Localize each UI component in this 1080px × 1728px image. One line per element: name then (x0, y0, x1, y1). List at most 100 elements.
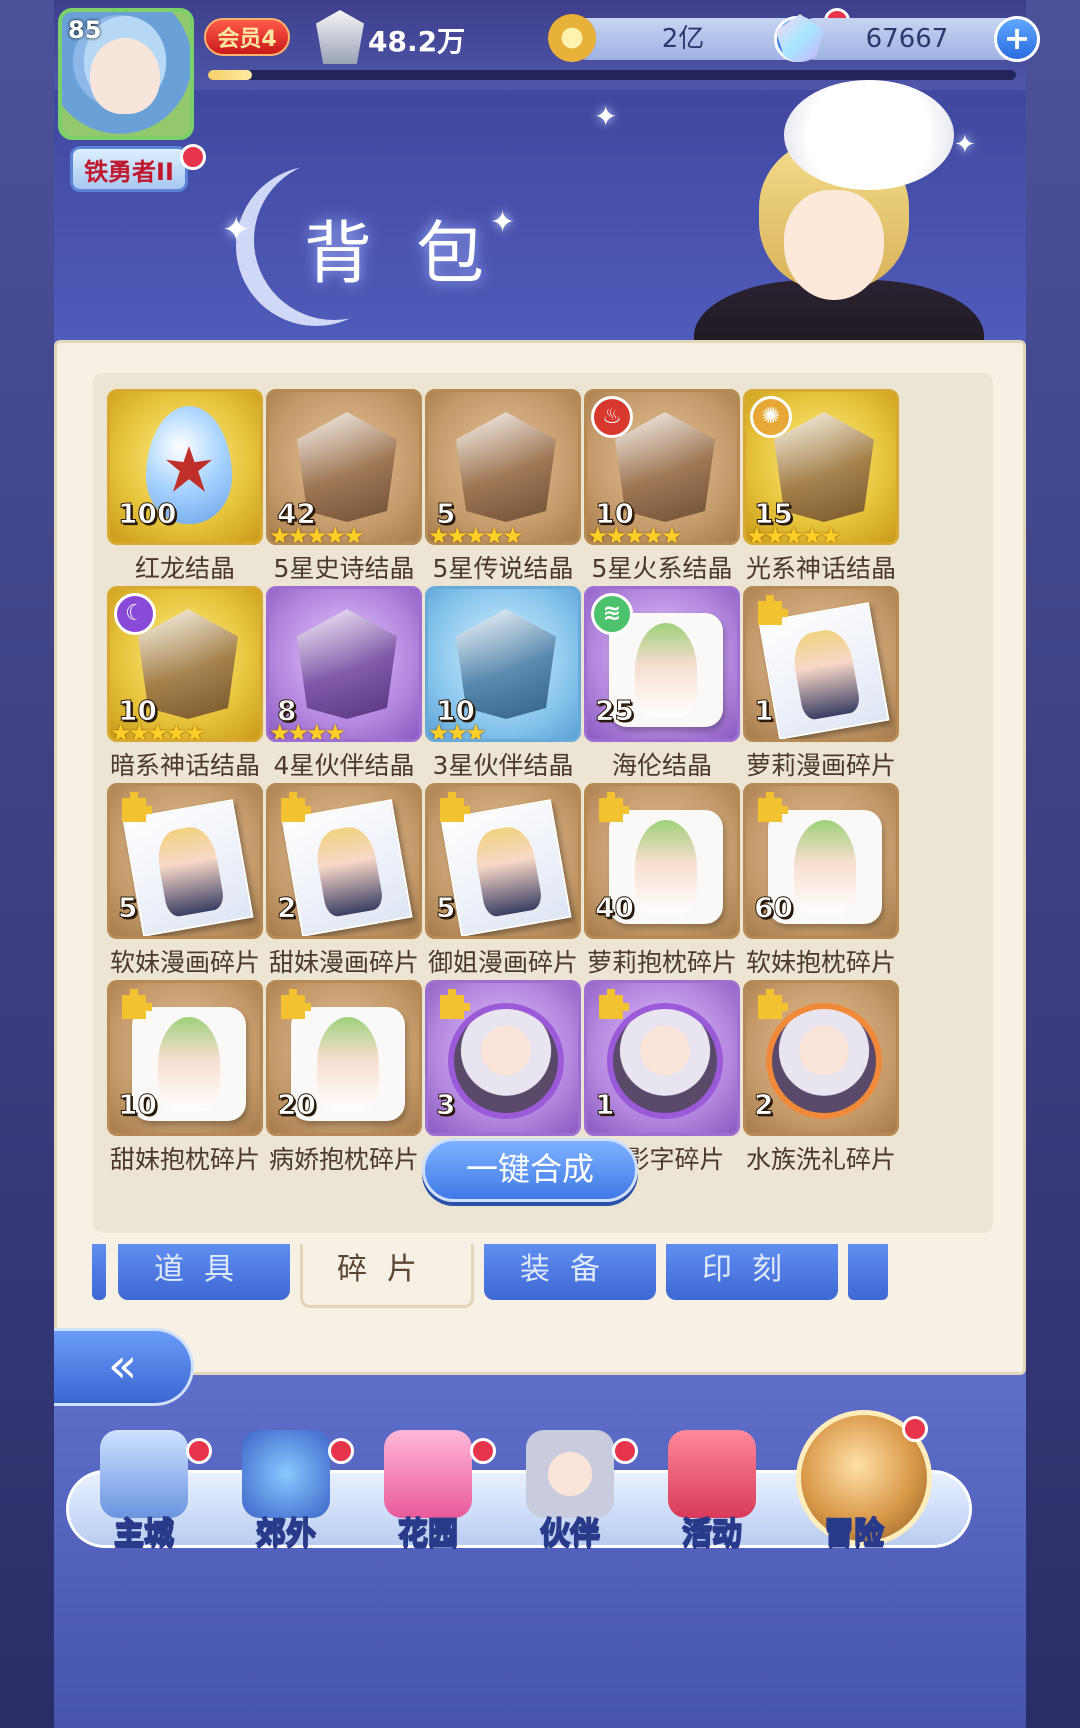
combine-all-button[interactable]: 一键合成 (422, 1138, 638, 1202)
item-name: 御姐漫画碎片 (427, 948, 578, 977)
star-rating: ★★★★★ (110, 719, 206, 742)
nav-label: 主城 (113, 1515, 175, 1552)
add-gem-button[interactable]: + (994, 16, 1040, 62)
exp-bar-fill (208, 70, 253, 80)
rank-badge[interactable]: 铁勇者II (70, 146, 188, 192)
star-rating: ★★★★★ (269, 522, 365, 545)
gem-value: 67667 (865, 24, 949, 54)
notification-dot (186, 1438, 212, 1464)
portal-icon (242, 1430, 330, 1518)
item-tile: 42 ★★★★★ (266, 389, 422, 545)
item-name: 5星传说结晶 (432, 554, 574, 583)
inventory-screen: ✦ ✦ ✦ ✦ 背包 85 铁勇者II 会员4 48.2万 2亿 + 67667… (54, 0, 1040, 1728)
gem-art (456, 412, 556, 522)
notification-dot (328, 1438, 354, 1464)
star-rating: ★★★★★ (746, 522, 842, 545)
star-rating: ★★★★★ (428, 522, 524, 545)
tab-stub (92, 1244, 106, 1300)
item-count: 100 (117, 497, 177, 531)
portrait-art (766, 1003, 882, 1119)
nav-label: 花园 (397, 1515, 459, 1552)
tab-fragments[interactable]: 碎片 (300, 1244, 474, 1308)
castle-icon (100, 1430, 188, 1518)
item-tile: 5 (425, 783, 581, 939)
heart-icon (384, 1430, 472, 1518)
item-tile: 100 (107, 389, 263, 545)
item-count: 3 (435, 1088, 456, 1122)
item-tile: 60 (743, 783, 899, 939)
notification-dot (470, 1438, 496, 1464)
nav-item[interactable]: 伙伴 (500, 1430, 640, 1552)
gem-counter: 67667 + (776, 14, 1040, 62)
item-grid[interactable]: 100 红龙结晶 42 ★★★★★ 5星史诗结晶 5 ★★★★★ 5星传说结晶 ♨ 10 ★★★★★… (93, 373, 993, 1233)
item-name: 甜妹抱枕碎片 (109, 1145, 260, 1174)
gift-icon (668, 1430, 756, 1518)
item-count: 2 (276, 891, 297, 925)
item-tile: 20 (266, 980, 422, 1136)
left-backdrop (0, 0, 54, 1728)
item-name: 暗系神话结晶 (109, 751, 260, 780)
sparkle-icon: ✦ (594, 100, 618, 133)
item-tile: 40 (584, 783, 740, 939)
item-count: 5 (435, 891, 456, 925)
item-tile: 3 (425, 980, 581, 1136)
right-backdrop (1026, 0, 1080, 1728)
portrait-art (607, 1003, 723, 1119)
notification-dot (612, 1438, 638, 1464)
item-name: 5星史诗结晶 (273, 554, 415, 583)
game-screen: ✦ ✦ ✦ ✦ 背包 85 铁勇者II 会员4 48.2万 2亿 + 67667… (0, 0, 1080, 1728)
star-rating: ★★★ (428, 719, 487, 742)
nav-item[interactable]: 郊外 (216, 1430, 356, 1552)
back-button[interactable]: « (54, 1328, 194, 1406)
item-tile: 5 ★★★★★ (425, 389, 581, 545)
gold-counter: 2亿 + (548, 14, 820, 62)
tab-equipment[interactable]: 装备 (484, 1244, 656, 1300)
page-title: 背包 (304, 215, 529, 294)
nav-item[interactable]: 主城 (74, 1430, 214, 1552)
fire-element-icon: ♨ (591, 396, 633, 438)
exp-bar (208, 70, 1016, 80)
item-name: 萝莉漫画碎片 (745, 751, 896, 780)
inventory-panel: 100 红龙结晶 42 ★★★★★ 5星史诗结晶 5 ★★★★★ 5星传说结晶 ♨ 10 ★★★★★… (54, 340, 1026, 1375)
item-tile: 1 (743, 586, 899, 742)
item-tile: ✺ 15 ★★★★★ (743, 389, 899, 545)
star-rating: ★★★★ (269, 719, 346, 742)
item-name: 萝莉抱枕碎片 (586, 948, 737, 977)
tab-imprints[interactable]: 印刻 (666, 1244, 838, 1300)
item-name: 水族洗礼碎片 (745, 1145, 896, 1174)
item-tile: 10 (107, 980, 263, 1136)
power-value: 48.2万 (368, 25, 466, 58)
notification-dot (180, 144, 206, 170)
item-name: 5星火系结晶 (591, 554, 733, 583)
item-name: 病娇抱枕碎片 (268, 1145, 419, 1174)
nav-item[interactable]: 活动 (642, 1430, 782, 1552)
item-count: 2 (753, 1088, 774, 1122)
tab-items[interactable]: 道具 (118, 1244, 290, 1300)
item-tile: ♨ 10 ★★★★★ (584, 389, 740, 545)
light-element-icon: ✺ (750, 396, 792, 438)
item-count: 25 (595, 694, 635, 728)
maid-character-art (634, 80, 1026, 420)
partner-icon (526, 1430, 614, 1518)
sparkle-icon: ✦ (222, 210, 251, 250)
nav-item[interactable]: 冒险 (784, 1416, 928, 1552)
item-name: 海伦结晶 (611, 751, 712, 780)
item-count: 5 (117, 891, 138, 925)
item-name: 甜妹漫画碎片 (268, 948, 419, 977)
item-count: 1 (594, 1088, 615, 1122)
item-tile: ☾ 10 ★★★★★ (107, 586, 263, 742)
player-level: 85 (68, 16, 102, 44)
item-tile: 10 ★★★ (425, 586, 581, 742)
item-count: 20 (277, 1088, 317, 1122)
nav-label: 伙伴 (539, 1515, 601, 1552)
nav-label: 郊外 (255, 1515, 317, 1552)
tab-stub (848, 1244, 888, 1300)
star-rating: ★★★★★ (587, 522, 683, 545)
item-name: 4星伙伴结晶 (273, 751, 415, 780)
item-tile: 5 (107, 783, 263, 939)
item-tile: 1 (584, 980, 740, 1136)
vip-badge[interactable]: 会员4 (204, 18, 290, 56)
nav-item[interactable]: 花园 (358, 1430, 498, 1552)
item-name: 软妹抱枕碎片 (745, 948, 896, 977)
nav-label: 冒险 (823, 1515, 885, 1552)
